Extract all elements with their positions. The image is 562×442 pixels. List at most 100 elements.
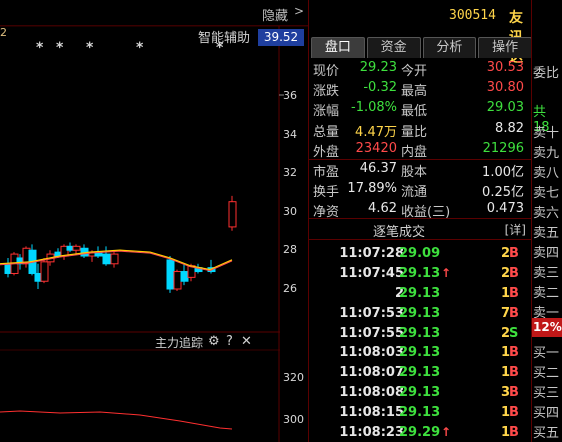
- main-force-tracking-title: 主力追踪: [155, 336, 204, 350]
- trade-direction: B: [509, 385, 519, 401]
- trade-direction: B: [509, 345, 519, 361]
- tick-trades-title: 逐笔成交: [373, 225, 426, 240]
- quote-value: 4.62: [368, 201, 397, 217]
- quote-value: 17.89%: [347, 181, 397, 197]
- tab-analysis[interactable]: 分析: [422, 37, 477, 58]
- trade-time: 11:08:23: [339, 425, 404, 441]
- quote-label: 涨跌: [313, 84, 340, 100]
- quote-row: 换手 17.89% 流通 0.25亿: [309, 180, 532, 200]
- gear-icon[interactable]: ⚙: [208, 334, 220, 349]
- y-axis-label: 30: [283, 205, 297, 218]
- trade-time: 11:08:07: [339, 365, 404, 381]
- current-price-marker: 39.52: [258, 29, 304, 46]
- quote-label: 总量: [313, 124, 340, 140]
- main-force-line: [0, 410, 233, 430]
- order-book-label: 买五: [533, 426, 560, 441]
- trade-detail-link[interactable]: [详]: [505, 221, 526, 238]
- trade-price: 29.13: [399, 305, 441, 321]
- kline-svg: [0, 25, 308, 442]
- quote-value: 21296: [482, 140, 524, 156]
- order-book-label: 卖三: [533, 266, 560, 281]
- trade-direction: B: [509, 425, 519, 441]
- order-book-label: 买一: [533, 346, 560, 361]
- quote-label: 市盈: [313, 164, 340, 180]
- trade-row[interactable]: 11:07:45 29.13 ↑ 2 B: [309, 266, 532, 286]
- trade-row[interactable]: 11:08:15 29.13 1 B: [309, 405, 532, 425]
- candle-body: [40, 261, 49, 282]
- up-arrow-icon: ↑: [441, 265, 452, 280]
- star-marker-icon: *: [36, 40, 44, 56]
- order-book-label: 卖五: [533, 226, 560, 241]
- quote-row: 总量 4.47万 量比 8.82: [309, 120, 532, 140]
- trade-price: 29.13: [399, 285, 441, 301]
- order-book-label: 卖九: [533, 146, 560, 161]
- y-axis-label: 34: [283, 128, 297, 141]
- quote-label: 量比: [401, 124, 428, 140]
- quote-value: 30.80: [486, 80, 524, 96]
- trade-direction: B: [509, 285, 519, 301]
- candle-body: [228, 201, 237, 228]
- order-book-label: 买二: [533, 366, 560, 381]
- kline-chart[interactable]: 隐藏 > 2 智能辅助 39.52 * * * * * 36 34 32 30 …: [0, 0, 308, 442]
- candle-body: [102, 253, 111, 265]
- quote-label: 最低: [401, 104, 428, 120]
- up-arrow-icon: ↑: [441, 425, 452, 440]
- trade-direction: B: [509, 246, 519, 261]
- trade-row[interactable]: 11:08:07 29.13 1 B: [309, 365, 532, 385]
- candle-body: [173, 271, 182, 290]
- trade-row[interactable]: 11:07:28 29.09 2 B: [309, 246, 532, 266]
- lower-y-axis-label: 300: [283, 413, 304, 426]
- quote-value: 23420: [355, 140, 397, 156]
- order-book-label: 买三: [533, 386, 560, 401]
- hide-button[interactable]: 隐藏: [262, 5, 288, 24]
- order-book-strip: 委比 共18 卖十 卖九 卖八 卖七 卖六 卖五 卖四 卖三 卖二 卖一 买一 买二 买三 买四 买五 12%: [531, 0, 562, 442]
- quote-label: 涨幅: [313, 104, 340, 120]
- trade-price: 29.13: [399, 345, 441, 361]
- tick-trades-list[interactable]: 11:07:28 29.09 2 B 11:07:45 29.13 ↑ 2 B 2 29.13 1 B 1…: [309, 246, 532, 442]
- trade-price: 29.09: [399, 246, 441, 261]
- tab-operation[interactable]: 操作: [478, 37, 532, 58]
- y-axis-label: 28: [283, 243, 297, 256]
- quote-label: 外盘: [313, 144, 340, 160]
- star-marker-icon: *: [136, 40, 144, 56]
- quote-value: -1.08%: [351, 100, 397, 116]
- trade-row[interactable]: 11:08:03 29.13 1 B: [309, 345, 532, 365]
- trade-time: 11:07:53: [339, 305, 404, 321]
- trade-price: 29.13: [399, 265, 441, 281]
- trade-row[interactable]: 11:07:53 29.13 7 B: [309, 306, 532, 326]
- panel-tabs: 盘口 资金 分析 操作: [309, 37, 532, 59]
- smart-assist-button[interactable]: 智能辅助: [198, 27, 250, 46]
- tab-funds[interactable]: 资金: [366, 37, 421, 58]
- quote-table: 现价 29.23 今开 30.53 涨跌 -0.32 最高 30.80 涨幅 -1.08% 最低 29…: [309, 59, 532, 221]
- trade-row[interactable]: 11:08:23 29.29 ↑ 1 B: [309, 425, 532, 442]
- quote-value: 30.53: [486, 60, 524, 75]
- quote-value: 0.473: [486, 201, 524, 217]
- candle-body: [72, 245, 81, 251]
- tab-handicap[interactable]: 盘口: [311, 37, 365, 58]
- trade-row[interactable]: 11:08:08 29.13 3 B: [309, 385, 532, 405]
- trade-direction: B: [509, 405, 519, 421]
- lower-y-axis-label: 320: [283, 371, 304, 384]
- quote-value: 4.47万: [355, 124, 397, 140]
- y-axis-label: 26: [283, 282, 297, 295]
- quote-panel: 300514 友讯达 盘口 资金 分析 操作 现价29.23今开30.53涨跌-…: [308, 0, 532, 442]
- collapse-icon[interactable]: >: [294, 4, 304, 18]
- quote-label: 最高: [401, 84, 428, 100]
- divider: [309, 239, 532, 240]
- trade-row[interactable]: 2 29.13 1 B: [309, 286, 532, 306]
- order-ratio-badge: 12%: [532, 318, 562, 337]
- quote-row: 外盘 23420 内盘 21296: [309, 140, 532, 160]
- help-icon[interactable]: ?: [226, 334, 233, 349]
- close-icon[interactable]: ✕: [241, 334, 252, 349]
- quote-value: 46.37: [359, 160, 397, 176]
- trade-price: 29.13: [399, 365, 441, 381]
- trade-direction: B: [509, 305, 519, 321]
- order-book-label: 买四: [533, 406, 560, 421]
- order-book-label: 卖七: [533, 186, 560, 201]
- y-axis-label: 32: [283, 166, 297, 179]
- quote-label: 内盘: [401, 144, 428, 160]
- trade-time: 11:07:55: [339, 325, 404, 341]
- quote-row: 涨跌 -0.32 最高 30.80: [309, 79, 532, 99]
- trade-row[interactable]: 11:07:55 29.13 2 S: [309, 326, 532, 346]
- trade-price: 29.29: [399, 425, 441, 441]
